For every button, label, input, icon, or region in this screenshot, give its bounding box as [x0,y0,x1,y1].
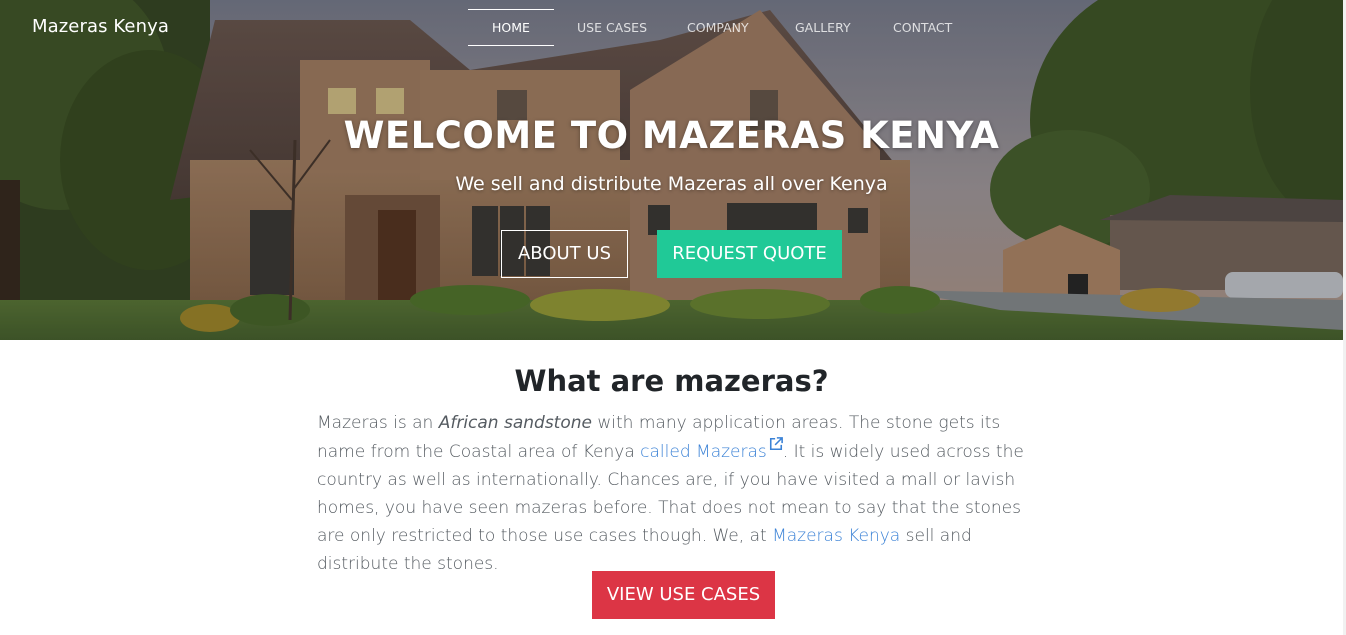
mazeras-kenya-link[interactable]: Mazeras Kenya [772,526,900,546]
hero-section: Mazeras Kenya HOME USE CASES COMPANY GAL… [0,0,1343,340]
external-link-icon[interactable] [769,437,783,451]
about-us-button[interactable]: ABOUT US [501,230,628,278]
main-nav: HOME USE CASES COMPANY GALLERY CONTACT [468,9,993,46]
hero-subtitle: We sell and distribute Mazeras all over … [455,173,888,195]
hero-overlay [0,0,1343,340]
mazeras-area-link[interactable]: called Mazeras [640,442,767,462]
view-use-cases-button[interactable]: VIEW USE CASES [592,571,775,619]
nav-home[interactable]: HOME [468,9,554,46]
section-heading: What are mazeras? [514,364,829,398]
intro-text: Mazeras is an [317,413,439,433]
hero-title: WELCOME TO MAZERAS KENYA [343,114,1000,157]
nav-gallery[interactable]: GALLERY [795,9,893,46]
intro-emphasis: African sandstone [438,413,592,433]
nav-use-cases[interactable]: USE CASES [577,9,677,46]
intro-paragraph: Mazeras is an African sandstone with man… [317,409,1029,578]
nav-company[interactable]: COMPANY [687,9,795,46]
nav-contact[interactable]: CONTACT [893,9,993,46]
request-quote-button[interactable]: REQUEST QUOTE [657,230,842,278]
brand-logo[interactable]: Mazeras Kenya [32,16,169,37]
